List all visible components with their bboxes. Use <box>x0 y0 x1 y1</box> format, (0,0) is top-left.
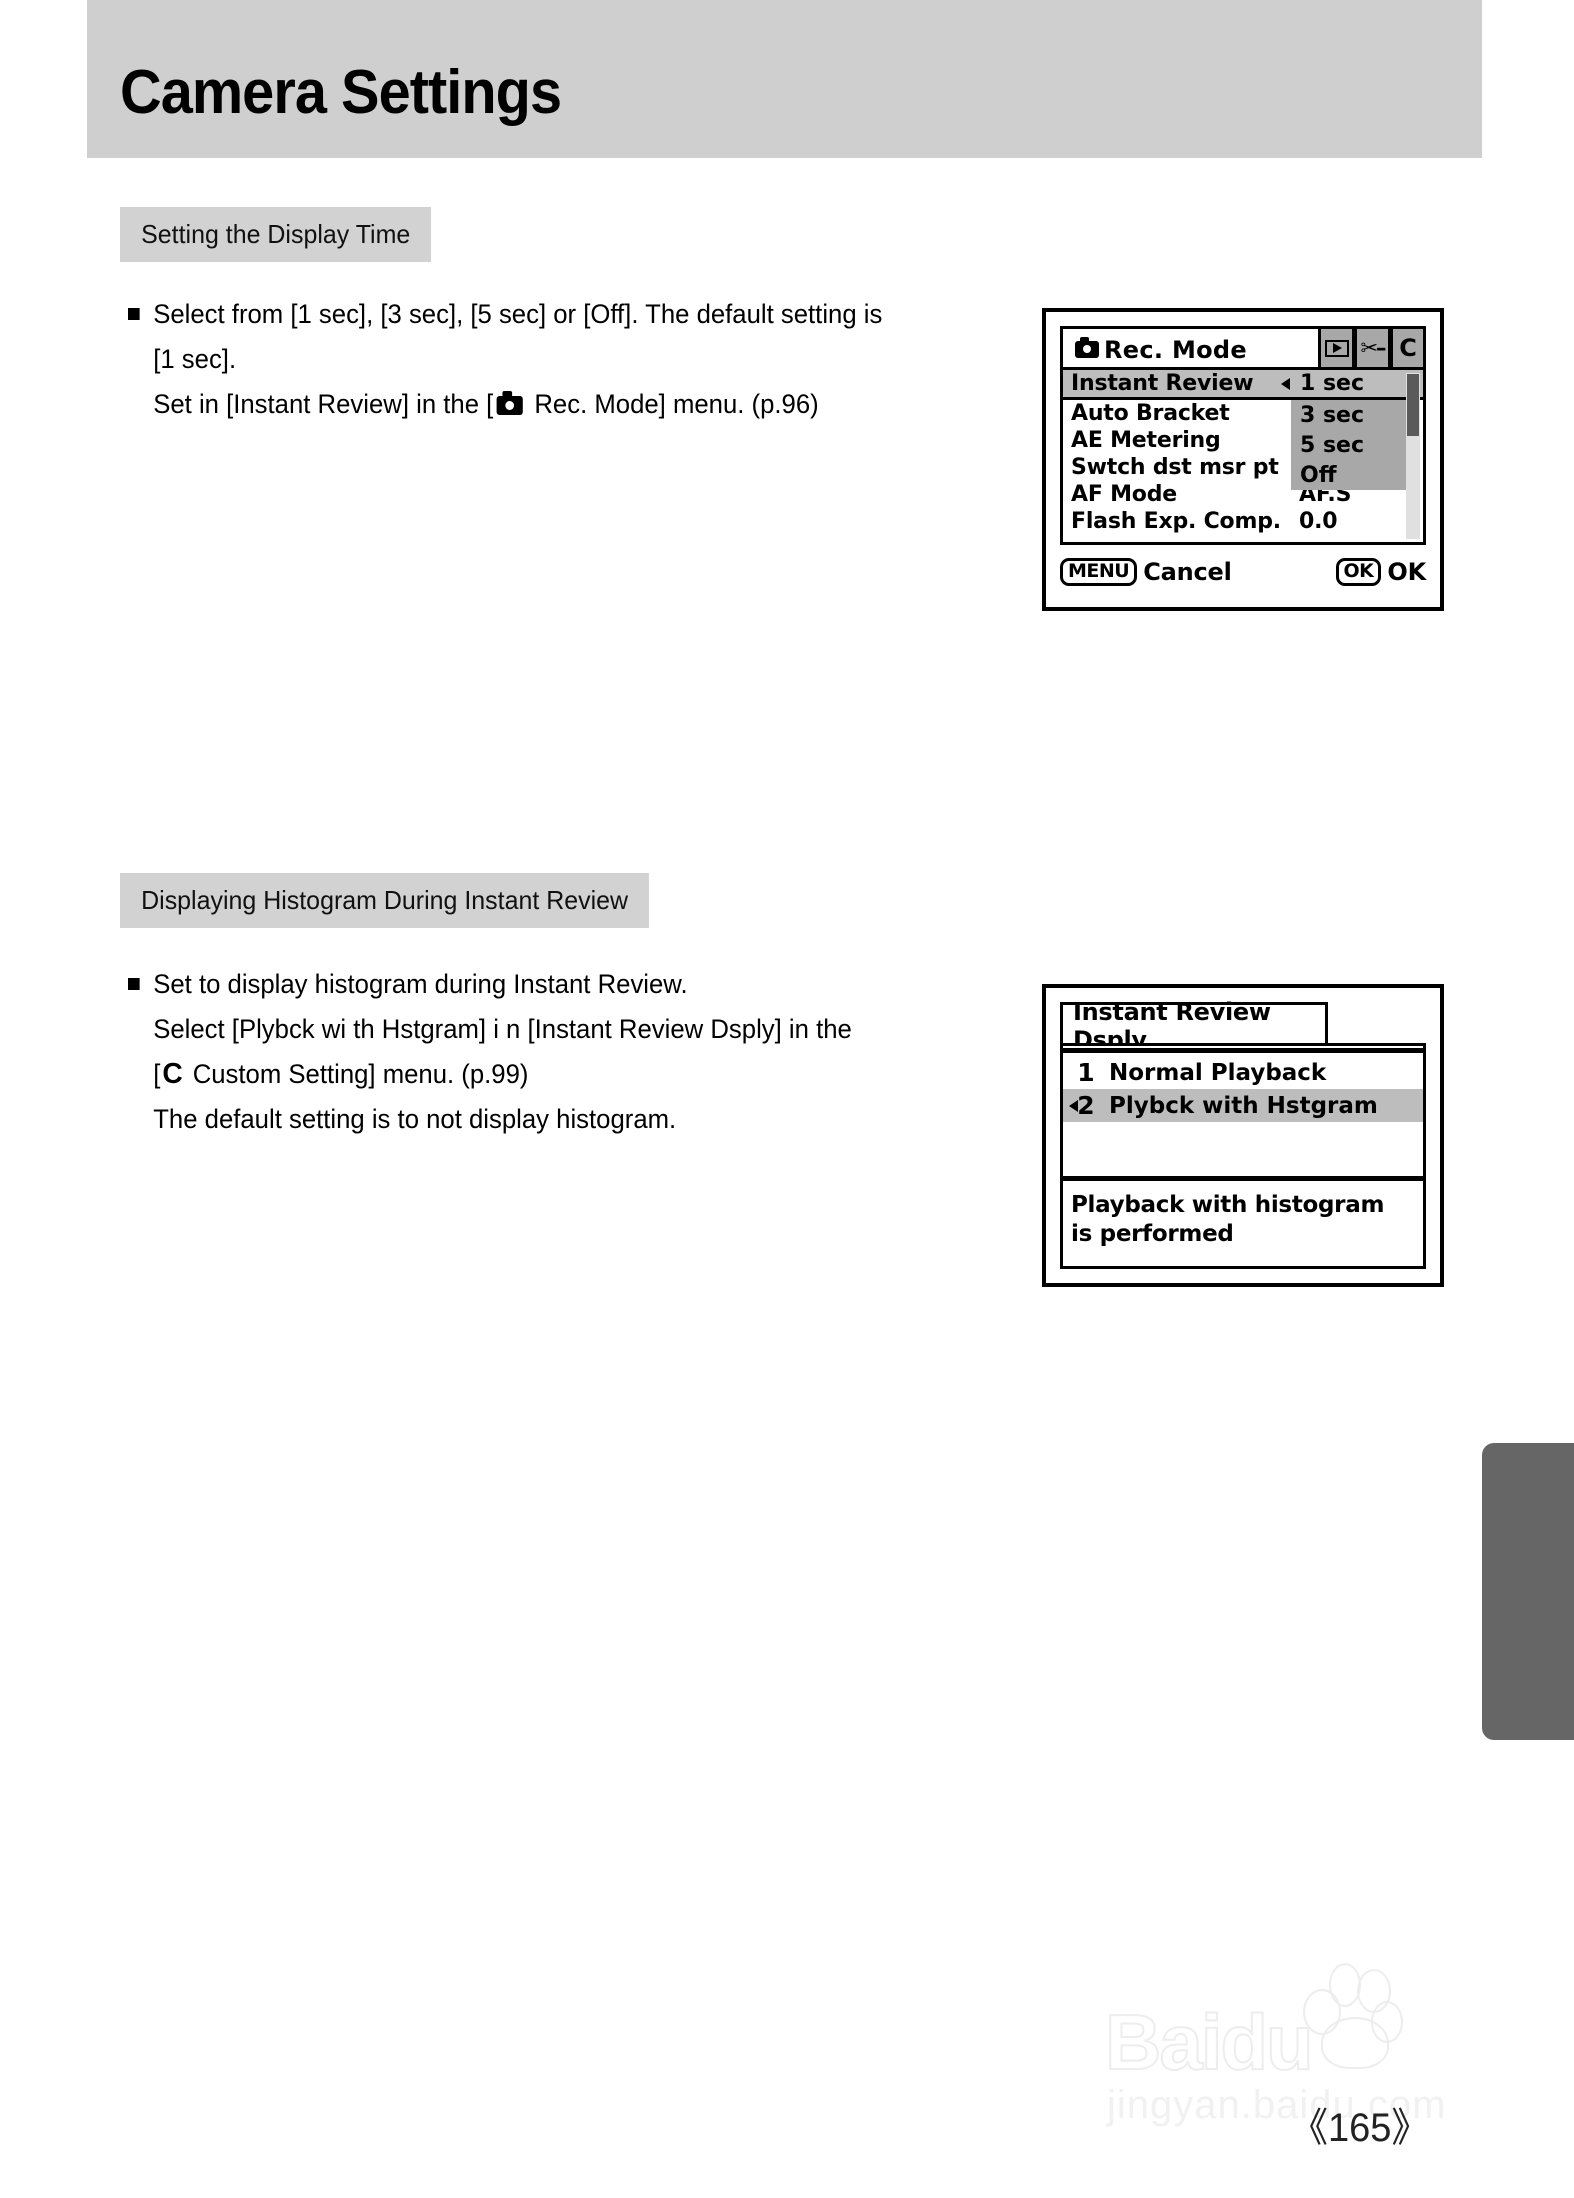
lcd-inner-rec-mode: Rec. Mode ✂– C Instant Review Auto Brack… <box>1060 326 1426 593</box>
section-body-display-time: Select from [1 sec], [3 sec], [5 sec] or… <box>128 292 933 427</box>
lcd-menu-list: Instant Review Auto Bracket AE Metering … <box>1060 367 1426 545</box>
separator-line-top <box>1063 1048 1423 1053</box>
body-line-text: Select from [1 sec], [3 sec], [5 sec] or… <box>153 299 883 329</box>
body-line: Select from [1 sec], [3 sec], [5 sec] or… <box>128 292 933 337</box>
menu-row[interactable]: Flash Exp. Comp. 0.0 <box>1063 508 1423 535</box>
section-heading-display-time: Setting the Display Time <box>120 207 432 262</box>
menu-item-label: Auto Bracket <box>1071 401 1230 426</box>
custom-setting-icon: C <box>162 1058 183 1090</box>
ok-key-badge: OK <box>1335 558 1382 586</box>
lcd-title-label: Rec. Mode <box>1104 335 1247 364</box>
dropdown-option[interactable]: 3 sec <box>1291 400 1417 430</box>
menu-item-value: 0.0 <box>1299 509 1338 534</box>
play-icon <box>1324 339 1349 357</box>
selection-caret-icon <box>1281 378 1290 390</box>
bullet-square-icon <box>128 978 140 990</box>
lcd-inner-instant-review: Instant Review Dsply 1 Normal Playback 2… <box>1060 998 1426 1269</box>
lcd-options-panel: 1 Normal Playback 2 Plybck with Hstgram … <box>1060 1043 1426 1269</box>
menu-item-label: Swtch dst msr pt <box>1071 455 1279 480</box>
body-line-text: Select [Plybck wi th Hstgram] i n [Insta… <box>153 1014 852 1044</box>
menu-item-label: AF Mode <box>1071 482 1177 507</box>
selection-caret-icon <box>1069 1100 1078 1112</box>
watermark-main-text: Baidu <box>1104 1997 1315 2087</box>
lcd-footer-bar: MENU Cancel OK OK <box>1060 551 1426 593</box>
option-description: Playback with histogram is performed <box>1071 1191 1417 1249</box>
menu-item-label: Flash Exp. Comp. <box>1071 509 1281 534</box>
instant-review-dropdown[interactable]: 1 sec 3 sec 5 sec Off <box>1281 370 1417 490</box>
body-line: The default setting is to not display hi… <box>128 1097 933 1142</box>
body-line-text: [1 sec]. <box>153 344 237 374</box>
cancel-label[interactable]: Cancel <box>1143 558 1232 586</box>
dropdown-option[interactable]: Off <box>1291 460 1417 490</box>
section-heading-histogram: Displaying Histogram During Instant Revi… <box>120 873 650 928</box>
camera-icon <box>496 391 523 415</box>
scrollbar-track[interactable] <box>1406 373 1420 539</box>
custom-tab[interactable]: C <box>1390 326 1426 370</box>
menu-key-badge: MENU <box>1060 558 1138 586</box>
custom-tab-label: C <box>1399 334 1417 362</box>
menu-item-label: Instant Review <box>1071 371 1254 396</box>
option-row[interactable]: 2 Plybck with Hstgram <box>1063 1089 1423 1122</box>
ok-label[interactable]: OK <box>1387 558 1426 586</box>
body-line-text: Set to display histogram during Instant … <box>153 969 688 999</box>
body-line-text: Custom Setting] menu. (p.99) <box>185 1059 529 1089</box>
setup-tab[interactable]: ✂– <box>1354 326 1390 370</box>
option-label: Plybck with Hstgram <box>1109 1092 1378 1119</box>
playback-tab[interactable] <box>1318 326 1354 370</box>
option-label: Normal Playback <box>1109 1059 1327 1086</box>
bullet-square-icon <box>128 308 140 320</box>
wrench-icon: ✂– <box>1360 336 1386 360</box>
paw-print-icon <box>1283 1955 1403 2069</box>
lcd-screen-instant-review-dsply: Instant Review Dsply 1 Normal Playback 2… <box>1042 984 1444 1287</box>
option-row[interactable]: 1 Normal Playback <box>1063 1056 1423 1089</box>
page-title: Camera Settings <box>120 58 562 127</box>
description-line: is performed <box>1071 1221 1234 1247</box>
body-line: [1 sec]. <box>128 337 933 382</box>
menu-item-label: AE Metering <box>1071 428 1221 453</box>
body-line-text: Set in [Instant Review] in the [ <box>153 389 494 419</box>
body-line: Set in [Instant Review] in the [ Rec. Mo… <box>128 382 933 427</box>
body-line: [C Custom Setting] menu. (p.99) <box>128 1052 933 1097</box>
dropdown-option[interactable]: 1 sec <box>1291 370 1417 400</box>
camera-icon <box>1075 337 1099 358</box>
lcd-title-tab-instant-review: Instant Review Dsply <box>1060 998 1328 1054</box>
scrollbar-thumb[interactable] <box>1407 374 1419 436</box>
section-heading-label: Setting the Display Time <box>141 219 411 249</box>
page-edge-tab-marker <box>1482 1443 1574 1740</box>
separator-line-bottom <box>1063 1176 1423 1181</box>
dropdown-option[interactable]: 5 sec <box>1291 430 1417 460</box>
lcd-title-tab-rec-mode: Rec. Mode <box>1060 326 1328 370</box>
option-number: 1 <box>1077 1058 1095 1087</box>
body-line-text: The default setting is to not display hi… <box>153 1104 677 1134</box>
body-line: Select [Plybck wi th Hstgram] i n [Insta… <box>128 1007 933 1052</box>
section-heading-label: Displaying Histogram During Instant Revi… <box>141 885 629 915</box>
body-line: Set to display histogram during Instant … <box>128 962 933 1007</box>
lcd-tab-strip: ✂– C <box>1318 326 1426 370</box>
body-line-text: Rec. Mode] menu. (p.96) <box>527 389 819 419</box>
lcd-screen-rec-mode: Rec. Mode ✂– C Instant Review Auto Brack… <box>1042 308 1444 611</box>
section-body-histogram: Set to display histogram during Instant … <box>128 962 933 1142</box>
page-number: 《165》 <box>1290 2106 1430 2150</box>
description-line: Playback with histogram <box>1071 1192 1385 1218</box>
